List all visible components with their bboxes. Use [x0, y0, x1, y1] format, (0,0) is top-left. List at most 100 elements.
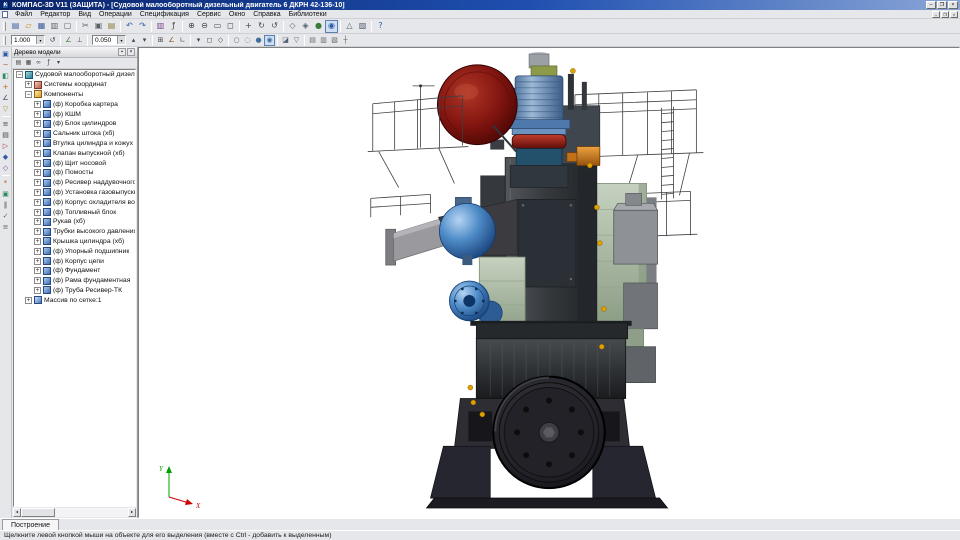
viewport[interactable]: Y X: [138, 47, 960, 518]
tree-item[interactable]: +(ф) Блок цилиндров: [14, 119, 135, 129]
open-document-button[interactable]: ▱: [22, 20, 35, 33]
tree-expand-icon[interactable]: +: [34, 130, 41, 137]
pin-panel-button[interactable]: ▪: [118, 48, 126, 56]
properties-strip-button[interactable]: ≡: [1, 222, 11, 232]
tree-expand-icon[interactable]: +: [25, 297, 32, 304]
edit-part-button[interactable]: ▣: [1, 49, 11, 59]
tree-item[interactable]: +(ф) Установка газовыпускного: [14, 188, 135, 198]
zoom-in-button[interactable]: ⊕: [185, 20, 198, 33]
toolbar-grip[interactable]: [3, 36, 6, 45]
front-view-button[interactable]: ◻: [204, 35, 215, 46]
child-restore-button[interactable]: ❐: [941, 11, 949, 18]
wireframe-mode-button[interactable]: ◇: [286, 20, 299, 33]
isometric-view-button[interactable]: ◇: [215, 35, 226, 46]
reports-button[interactable]: ▤: [1, 130, 11, 140]
tree-item[interactable]: +(ф) Корпус цепи: [14, 256, 135, 266]
refresh-image-button[interactable]: ↺: [268, 20, 281, 33]
tree-expand-icon[interactable]: +: [34, 179, 41, 186]
tree-params-button[interactable]: ƒ: [44, 59, 53, 68]
menu-item[interactable]: Спецификация: [136, 11, 193, 18]
tree-expand-icon[interactable]: +: [34, 199, 41, 206]
scroll-right-arrow[interactable]: ▸: [128, 508, 136, 517]
tree-expand-icon[interactable]: +: [34, 267, 41, 274]
filters-button[interactable]: ▽: [1, 104, 11, 114]
tree-item[interactable]: +(ф) Фундамент: [14, 266, 135, 276]
tree-item[interactable]: +Втулка цилиндра и кожух (хб): [14, 139, 135, 149]
tree-item[interactable]: +(ф) Корпус охладителя воздух: [14, 197, 135, 207]
tree-expand-icon[interactable]: +: [34, 287, 41, 294]
tree-expand-icon[interactable]: +: [25, 81, 32, 88]
conditional-marks-button[interactable]: ▷: [1, 141, 11, 151]
tree-expand-icon[interactable]: −: [16, 71, 23, 78]
hide-curves-button[interactable]: ▧: [329, 35, 340, 46]
perspective-mode-button[interactable]: △: [343, 20, 356, 33]
shaded-edges-mode-button[interactable]: ◉: [325, 20, 338, 33]
auxiliary-geometry-button[interactable]: +: [1, 82, 11, 92]
tree-item[interactable]: +Системы координат: [14, 80, 135, 90]
display-shaded-button[interactable]: ●: [253, 35, 264, 46]
new-document-button[interactable]: ▤: [9, 20, 22, 33]
macros-button[interactable]: ◇: [1, 163, 11, 173]
menu-item[interactable]: Редактор: [36, 11, 74, 18]
display-hidden-thin-button[interactable]: ◌: [242, 35, 253, 46]
tree-expand-icon[interactable]: +: [34, 238, 41, 245]
tree-item[interactable]: +(ф) Топливный блок: [14, 207, 135, 217]
tree-expand-icon[interactable]: +: [34, 228, 41, 235]
hide-construction-button[interactable]: ▤: [307, 35, 318, 46]
snap-angle-button[interactable]: ∠: [166, 35, 177, 46]
child-close-button[interactable]: ×: [950, 11, 958, 18]
zoom-out-button[interactable]: ⊖: [198, 20, 211, 33]
child-minimize-button[interactable]: –: [932, 11, 940, 18]
tree-expand-icon[interactable]: +: [34, 101, 41, 108]
hide-cs-button[interactable]: ┼: [340, 35, 351, 46]
tree-item[interactable]: +Клапан выпускной (хб): [14, 148, 135, 158]
tree-item[interactable]: +Крышка цилиндра (хб): [14, 237, 135, 247]
copy-button[interactable]: ▣: [92, 20, 105, 33]
3d-model-view[interactable]: [139, 48, 959, 517]
tree-expand-icon[interactable]: +: [34, 248, 41, 255]
tree-item[interactable]: −Судовой малооборотный дизельный дви: [14, 70, 135, 80]
ortho-mode-button[interactable]: ∟: [177, 35, 188, 46]
tree-expand-icon[interactable]: +: [34, 218, 41, 225]
rotate-model-button[interactable]: ↻: [255, 20, 268, 33]
save-document-button[interactable]: ▦: [35, 20, 48, 33]
tree-expand-icon[interactable]: −: [25, 91, 32, 98]
components-button[interactable]: ▣: [1, 189, 11, 199]
tree-expand-icon[interactable]: +: [34, 140, 41, 147]
menu-item[interactable]: Операции: [95, 11, 136, 18]
tree-expand-icon[interactable]: +: [34, 209, 41, 216]
tree-expand-icon[interactable]: +: [34, 160, 41, 167]
tree-expand-icon[interactable]: +: [34, 150, 41, 157]
tree-item[interactable]: +(ф) Труба Ресивер-ТК: [14, 286, 135, 296]
hidden-lines-mode-button[interactable]: ◈: [299, 20, 312, 33]
menu-item[interactable]: Справка: [249, 11, 284, 18]
close-panel-button[interactable]: ×: [127, 48, 135, 56]
step-up-button[interactable]: ▴: [128, 35, 139, 46]
variables-button[interactable]: ƒ: [167, 20, 180, 33]
zoom-frame-button[interactable]: ▭: [211, 20, 224, 33]
tab-construction[interactable]: Построение: [2, 519, 59, 530]
shaded-mode-button[interactable]: ●: [312, 20, 325, 33]
tree-item[interactable]: +(ф) Коробка картера: [14, 99, 135, 109]
exhaust-manifold-box[interactable]: [614, 193, 658, 264]
flywheel[interactable]: [493, 377, 605, 489]
orientation-button[interactable]: ▾: [193, 35, 204, 46]
tree-expand-icon[interactable]: +: [34, 258, 41, 265]
toolbar-grip[interactable]: [3, 22, 6, 31]
step-combo[interactable]: 0.050▾: [92, 35, 126, 45]
spatial-curves-button[interactable]: ~: [1, 60, 11, 70]
dropdown-arrow-icon[interactable]: ▾: [36, 36, 44, 44]
pan-button[interactable]: +: [242, 20, 255, 33]
display-wireframe-button[interactable]: ○: [231, 35, 242, 46]
maximize-button[interactable]: ❐: [937, 1, 947, 9]
menu-item[interactable]: Вид: [74, 11, 95, 18]
tree-composition-button[interactable]: ▦: [24, 59, 33, 68]
tree-item[interactable]: +(ф) Помосты: [14, 168, 135, 178]
cut-button[interactable]: ✂: [79, 20, 92, 33]
dropdown-arrow-icon[interactable]: ▾: [117, 36, 125, 44]
tree-item[interactable]: +Массив по сетке:1: [14, 295, 135, 305]
tree-item[interactable]: +(ф) КШМ: [14, 109, 135, 119]
print-button[interactable]: ▥: [48, 20, 61, 33]
tree-expand-icon[interactable]: +: [34, 111, 41, 118]
scroll-left-arrow[interactable]: ◂: [13, 508, 21, 517]
